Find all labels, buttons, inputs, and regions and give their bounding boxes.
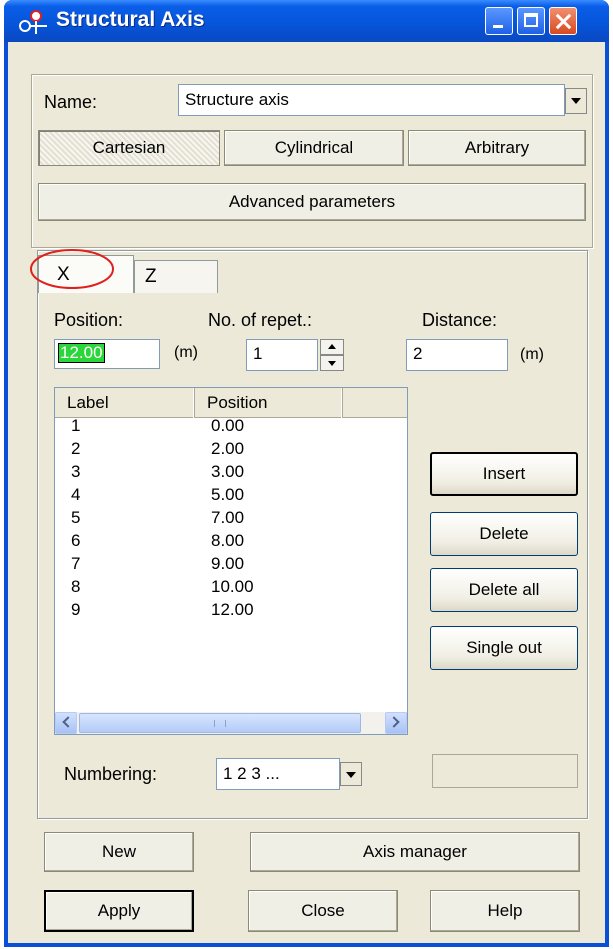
list-item[interactable]: 8 10.00 <box>63 575 393 598</box>
arbitrary-button[interactable]: Arbitrary <box>408 130 586 166</box>
scroll-left-icon[interactable] <box>55 712 77 734</box>
cartesian-button[interactable]: Cartesian <box>38 130 220 166</box>
spin-up-icon[interactable] <box>320 339 344 355</box>
row-position: 5.00 <box>211 485 245 504</box>
repetitions-input[interactable]: 1 <box>246 339 318 371</box>
distance-unit: (m) <box>520 346 544 363</box>
list-item[interactable]: 5 7.00 <box>63 506 393 529</box>
row-position: 3.00 <box>211 462 245 481</box>
list-item[interactable]: 7 9.00 <box>63 552 393 575</box>
minimize-button[interactable] <box>485 7 513 35</box>
dialog-window: Structural Axis Name: Structure axis Car… <box>4 0 609 947</box>
row-position: 12.00 <box>211 600 254 619</box>
row-position: 8.00 <box>211 531 245 550</box>
list-item[interactable]: 4 5.00 <box>63 483 393 506</box>
numbering-dropdown-button[interactable] <box>340 762 362 786</box>
delete-button[interactable]: Delete <box>430 512 578 556</box>
cylindrical-button[interactable]: Cylindrical <box>224 130 404 166</box>
tab-z[interactable]: Z <box>134 260 218 293</box>
numbering-preview-box <box>432 754 578 788</box>
row-label: 8 <box>71 577 81 596</box>
annotation-circle <box>30 249 114 289</box>
list-item[interactable]: 6 8.00 <box>63 529 393 552</box>
tab-z-label: Z <box>145 266 157 287</box>
window-title: Structural Axis <box>56 8 205 31</box>
insert-button[interactable]: Insert <box>430 452 578 496</box>
distance-label: Distance: <box>422 310 498 330</box>
name-dropdown-button[interactable] <box>565 88 587 114</box>
new-button[interactable]: New <box>44 832 194 872</box>
horizontal-scrollbar[interactable] <box>55 712 407 734</box>
row-position: 10.00 <box>211 577 254 596</box>
row-label: 1 <box>71 416 81 435</box>
dialog-body: Name: Structure axis Cartesian Cylindric… <box>8 42 605 943</box>
axis-list[interactable]: Label Position 1 0.00 2 2.00 3 3.00 4 5.00 5 7.00… <box>54 387 408 735</box>
position-input[interactable]: 12.00 <box>54 339 160 369</box>
close-window-button[interactable] <box>549 7 577 35</box>
position-unit: (m) <box>174 344 198 361</box>
list-item[interactable]: 1 0.00 <box>63 414 393 437</box>
row-label: 9 <box>71 600 81 619</box>
delete-all-button[interactable]: Delete all <box>430 568 578 612</box>
row-label: 5 <box>71 508 81 527</box>
name-label: Name: <box>44 92 98 112</box>
scroll-thumb[interactable] <box>79 713 361 733</box>
row-position: 7.00 <box>211 508 245 527</box>
row-label: 7 <box>71 554 81 573</box>
repetitions-label: No. of repet.: <box>208 310 313 330</box>
distance-input[interactable]: 2 <box>406 339 508 371</box>
numbering-combobox[interactable]: 1 2 3 ... <box>216 758 340 790</box>
row-label: 2 <box>71 439 81 458</box>
close-button[interactable]: Close <box>248 890 398 932</box>
list-item[interactable]: 9 12.00 <box>63 598 393 621</box>
row-position: 0.00 <box>211 416 245 435</box>
axis-manager-button[interactable]: Axis manager <box>250 832 580 872</box>
apply-button[interactable]: Apply <box>44 890 194 932</box>
row-position: 2.00 <box>211 439 245 458</box>
spin-down-icon[interactable] <box>320 355 344 371</box>
advanced-parameters-button[interactable]: Advanced parameters <box>38 183 586 221</box>
structural-axis-icon <box>19 10 47 34</box>
scroll-right-icon[interactable] <box>385 712 407 734</box>
repetitions-spinner[interactable] <box>320 339 344 371</box>
numbering-label: Numbering: <box>64 764 158 784</box>
row-label: 3 <box>71 462 81 481</box>
row-label: 4 <box>71 485 81 504</box>
help-button[interactable]: Help <box>430 890 580 932</box>
maximize-button[interactable] <box>517 7 545 35</box>
position-value: 12.00 <box>58 343 105 363</box>
title-bar[interactable]: Structural Axis <box>4 0 609 42</box>
row-position: 9.00 <box>211 554 245 573</box>
list-item[interactable]: 3 3.00 <box>63 460 393 483</box>
list-item[interactable]: 2 2.00 <box>63 437 393 460</box>
single-out-button[interactable]: Single out <box>430 626 578 670</box>
row-label: 6 <box>71 531 81 550</box>
name-combobox[interactable]: Structure axis <box>178 84 565 116</box>
position-label: Position: <box>54 310 124 330</box>
